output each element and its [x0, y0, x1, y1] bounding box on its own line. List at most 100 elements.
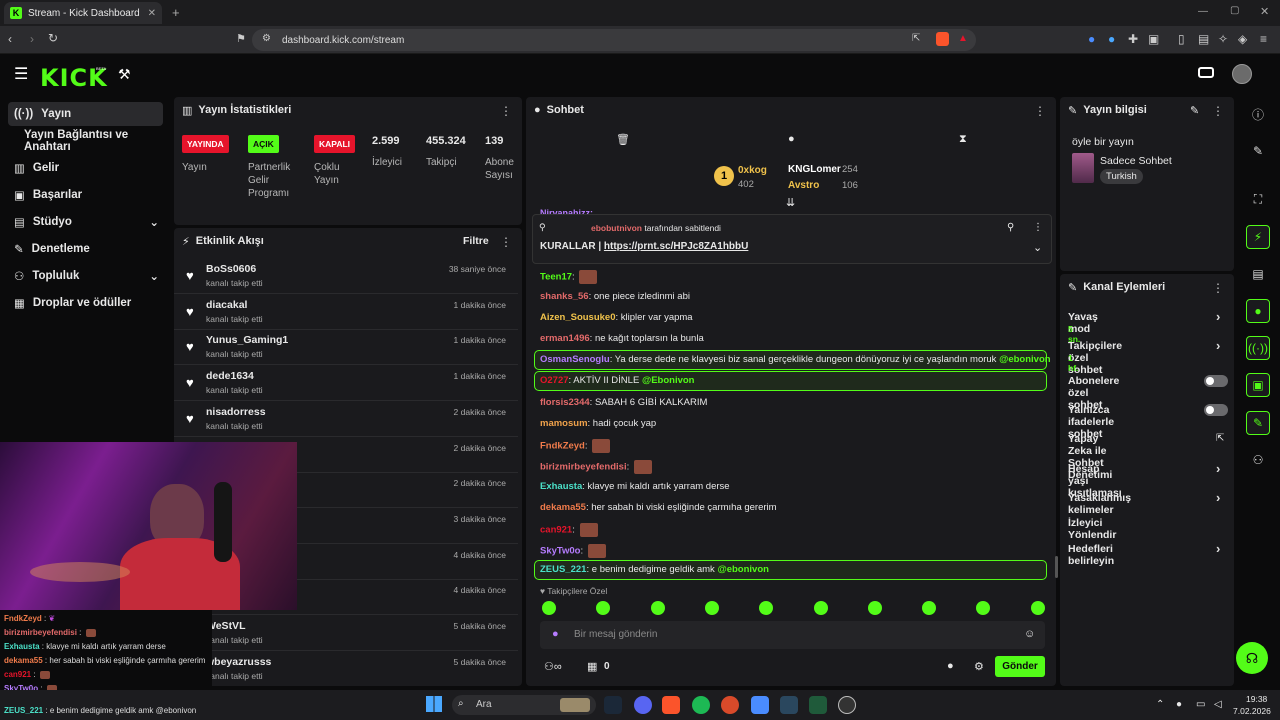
- chat-username[interactable]: OsmanSenoglu: [540, 354, 610, 365]
- mention[interactable]: @ebonivon: [717, 564, 769, 575]
- channel-points-icon[interactable]: ▦: [587, 660, 597, 673]
- chat-username[interactable]: Exhausta: [540, 481, 582, 492]
- more-options-icon[interactable]: ⋮: [500, 104, 512, 118]
- extension-icon[interactable]: ▣: [1148, 32, 1159, 46]
- url-field[interactable]: ⚙ dashboard.kick.com/stream ⇱ ▲: [252, 29, 976, 51]
- activity-username[interactable]: dede1634: [206, 370, 254, 382]
- emote-icon[interactable]: [813, 601, 828, 615]
- hourglass-icon[interactable]: ⧗: [959, 133, 967, 146]
- taskbar-search[interactable]: ⌕ Ara: [452, 695, 596, 715]
- chat-bubble-icon[interactable]: ●: [1246, 299, 1270, 323]
- close-window-icon[interactable]: ✕: [1260, 5, 1269, 18]
- chat-message[interactable]: mamosum: hadi çocuk yap: [540, 418, 656, 429]
- chat-message[interactable]: ZEUS_221: e benim dedigime geldik amk @e…: [540, 564, 769, 575]
- spotify-icon[interactable]: [692, 696, 710, 714]
- screenshot-icon[interactable]: ⛶: [1246, 187, 1270, 211]
- site-info-icon[interactable]: ⚙: [262, 33, 271, 44]
- document-icon[interactable]: ▤: [1246, 262, 1270, 286]
- broadcast-icon[interactable]: ((·)): [1246, 336, 1270, 360]
- chat-message[interactable]: Exhausta: klavye mi kaldı artık yarram d…: [540, 481, 730, 492]
- chat-message[interactable]: erman1496: ne kağıt toplarsın la bunla: [540, 333, 704, 344]
- chat-message[interactable]: SkyTw0o:: [540, 544, 606, 558]
- language-tag[interactable]: Turkish: [1100, 169, 1143, 184]
- chevron-right-icon[interactable]: ›: [1216, 338, 1220, 353]
- activity-username[interactable]: wbeyazrusss: [206, 656, 271, 668]
- wallet-icon[interactable]: ▤: [1198, 32, 1209, 46]
- obs-icon[interactable]: [838, 696, 856, 714]
- vpn-icon[interactable]: ◈: [1238, 32, 1247, 46]
- send-button[interactable]: Gönder: [995, 656, 1045, 677]
- chevron-right-icon[interactable]: ›: [1216, 541, 1220, 556]
- chat-bubble-icon[interactable]: ●: [788, 133, 795, 145]
- emote-icon[interactable]: [542, 601, 556, 615]
- rewards-icon[interactable]: ▲: [958, 33, 968, 44]
- emote-icon[interactable]: [650, 601, 665, 615]
- layout-icon[interactable]: ▣: [1246, 373, 1270, 397]
- wrench-icon[interactable]: ✎: [1246, 411, 1270, 435]
- tray-volume-icon[interactable]: ◁: [1214, 699, 1222, 710]
- pencil-icon[interactable]: ✎: [1246, 139, 1270, 163]
- tray-chevron-icon[interactable]: ⌃: [1156, 699, 1164, 710]
- minimize-icon[interactable]: —: [1198, 6, 1208, 17]
- scroll-down-icon[interactable]: ⇊: [786, 196, 795, 209]
- sidebar-item-stream-key[interactable]: Yayın Bağlantısı ve Anahtarı: [8, 129, 163, 153]
- emote-icon[interactable]: [867, 601, 882, 615]
- chat-username[interactable]: Aizen_Sousuke0: [540, 312, 616, 323]
- chat-username[interactable]: birizmirbeyefendisi: [540, 462, 627, 473]
- info-icon[interactable]: ⓘ: [1246, 102, 1270, 126]
- chat-username[interactable]: shanks_56: [540, 291, 589, 302]
- chat-message[interactable]: O2727: AKTİV II DİNLE @Ebonivon: [540, 375, 694, 386]
- chat-message[interactable]: Teen17:: [540, 270, 598, 284]
- toggle-switch[interactable]: [1204, 375, 1228, 387]
- chat-username[interactable]: FndkZeyd: [540, 441, 585, 452]
- sidebar-toggle-icon[interactable]: ▯: [1178, 32, 1185, 46]
- channel-action-label[interactable]: İzleyici Yönlendir: [1068, 517, 1116, 541]
- chat-username[interactable]: dekama55: [540, 502, 586, 513]
- lightning-icon[interactable]: ⚡: [1246, 225, 1270, 249]
- activity-username[interactable]: diacakal: [206, 299, 247, 311]
- activity-username[interactable]: Yunus_Gaming1: [206, 334, 288, 346]
- reload-icon[interactable]: ↻: [48, 31, 58, 45]
- user-avatar[interactable]: [1232, 64, 1252, 84]
- share-icon[interactable]: ⇱: [912, 33, 920, 44]
- browser-tab[interactable]: K Stream - Kick Dashboard ✕: [4, 2, 162, 24]
- toggle-switch[interactable]: [1204, 404, 1228, 416]
- new-tab-button[interactable]: +: [172, 5, 180, 20]
- chat-message[interactable]: birizmirbeyefendisi:: [540, 460, 652, 474]
- discord-icon[interactable]: [634, 696, 652, 714]
- chevron-down-icon[interactable]: ⌄: [1033, 241, 1042, 254]
- tray-mic-icon[interactable]: ●: [1176, 699, 1182, 710]
- sidebar-item-droplar[interactable]: ▦ Droplar ve ödüller: [8, 291, 163, 315]
- activity-username[interactable]: nisadorress: [206, 406, 266, 418]
- extension-icon[interactable]: ●: [1088, 32, 1095, 46]
- menu-icon[interactable]: ≡: [1260, 32, 1267, 46]
- extension-icon[interactable]: ●: [1108, 32, 1115, 46]
- sidebar-item-yayin[interactable]: ((·)) Yayın: [8, 102, 163, 126]
- pinned-link[interactable]: https://prnt.sc/HPJc8ZA1hbbU: [604, 241, 748, 252]
- tray-network-icon[interactable]: ▭: [1196, 699, 1205, 710]
- edit-icon[interactable]: ✎: [1190, 104, 1199, 117]
- emote-icon[interactable]: [704, 601, 719, 615]
- chat-message[interactable]: florsis2344: SABAH 6 GİBİ KALKARIM: [540, 397, 707, 408]
- chat-input[interactable]: ● Bir mesaj gönderin ☺: [540, 621, 1045, 649]
- help-button[interactable]: ☊: [1236, 642, 1268, 674]
- maximize-icon[interactable]: ▢: [1230, 5, 1239, 16]
- emote-icon[interactable]: [1030, 601, 1045, 615]
- emote-icon[interactable]: [922, 601, 937, 615]
- chat-message[interactable]: shanks_56: one piece izledinmi abi: [540, 291, 690, 302]
- chat-username[interactable]: erman1496: [540, 333, 590, 344]
- chat-message[interactable]: OsmanSenoglu: Ya derse dede ne klavyesi …: [540, 354, 1051, 365]
- more-options-icon[interactable]: ⋮: [500, 235, 512, 249]
- chat-message[interactable]: can921:: [540, 523, 598, 537]
- brave-shield-icon[interactable]: [936, 32, 949, 46]
- mention[interactable]: @ebonivon: [999, 354, 1051, 365]
- steam-icon[interactable]: [604, 696, 622, 714]
- microphone-icon[interactable]: ●: [552, 628, 559, 640]
- windows-start-icon[interactable]: [426, 696, 442, 712]
- hamburger-menu-icon[interactable]: ☰: [14, 64, 28, 84]
- steam-icon[interactable]: [780, 696, 798, 714]
- back-icon[interactable]: ‹: [8, 32, 12, 46]
- mod-view-icon[interactable]: [1198, 67, 1214, 78]
- channel-action-label[interactable]: Hedefleri belirleyin: [1068, 543, 1114, 567]
- trash-icon[interactable]: 🗑: [616, 133, 630, 146]
